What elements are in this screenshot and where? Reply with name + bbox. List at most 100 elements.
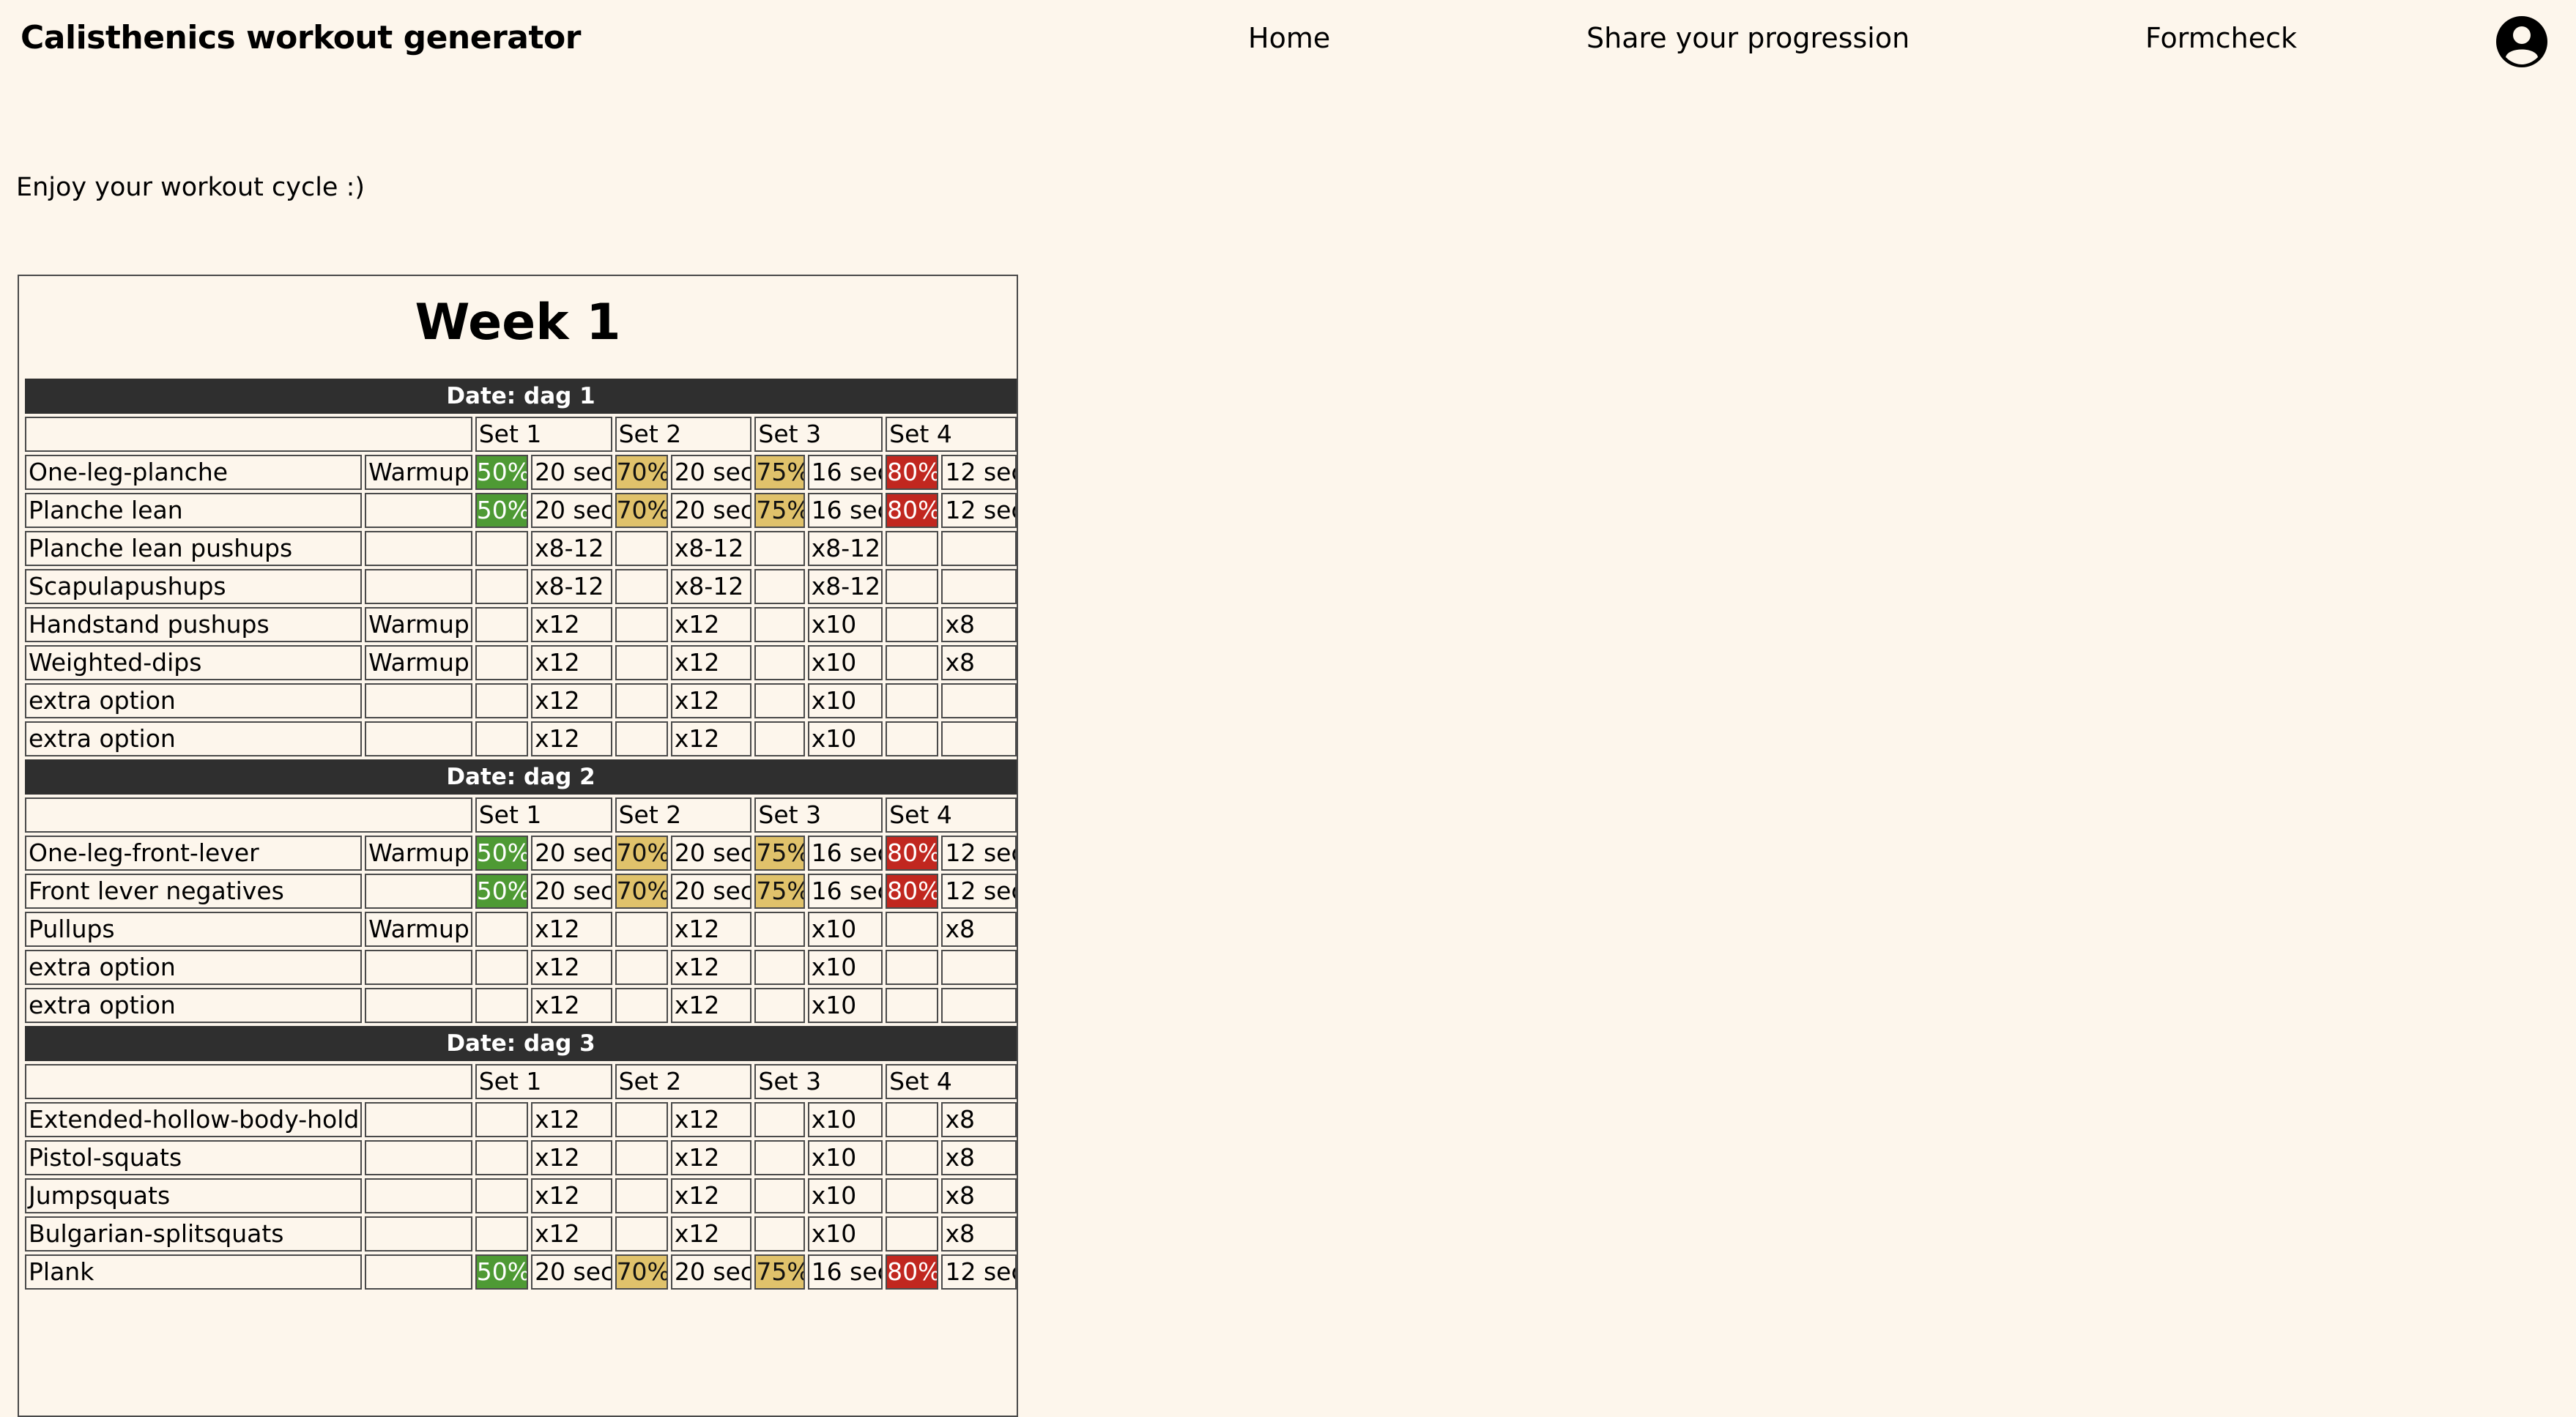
exercise-name: Planche lean pushups — [25, 531, 363, 566]
set-reps: x12 — [670, 1216, 752, 1252]
set-percentage — [615, 1216, 668, 1252]
set-reps: x8-12 — [807, 569, 883, 604]
workout-table: Date: dag 1 Set 1 Set 2 Set 3 Set 4 One-leg-p… — [22, 376, 1017, 1293]
set-percentage — [475, 950, 529, 985]
set-header: Set 3 — [754, 417, 883, 452]
exercise-row: Planche lean 50% 20 sec 70% 20 sec 75% 16 sec 8… — [25, 493, 1017, 528]
set-reps: x10 — [807, 607, 883, 642]
exercise-name: One-leg-planche — [25, 455, 363, 490]
warmup-cell — [365, 1102, 472, 1137]
set-reps: x12 — [531, 721, 612, 756]
set-header: Set 4 — [886, 797, 1017, 833]
set-percentage: 50% — [475, 836, 529, 871]
set-reps: 20 sec — [670, 1254, 752, 1290]
set-percentage — [615, 912, 668, 947]
exercise-row: Jumpsquats x12 x12 x10 x8 — [25, 1178, 1017, 1213]
set-header: Set 3 — [754, 1064, 883, 1099]
set-reps — [941, 988, 1017, 1023]
set-percentage — [886, 912, 939, 947]
set-percentage — [886, 1140, 939, 1175]
warmup-cell — [365, 531, 472, 566]
exercise-row: Extended-hollow-body-hold x12 x12 x10 x8 — [25, 1102, 1017, 1137]
exercise-row: extra option x12 x12 x10 — [25, 683, 1017, 718]
set-reps: 20 sec — [531, 493, 612, 528]
set-reps: x10 — [807, 988, 883, 1023]
exercise-row: Pistol-squats x12 x12 x10 x8 — [25, 1140, 1017, 1175]
set-reps: x12 — [670, 912, 752, 947]
set-header: Set 1 — [475, 417, 612, 452]
day-header-row: Date: dag 2 — [25, 759, 1017, 795]
exercise-name: Scapulapushups — [25, 569, 363, 604]
set-percentage — [754, 912, 805, 947]
set-reps: x12 — [670, 721, 752, 756]
set-percentage — [475, 1216, 529, 1252]
nav-link-home[interactable]: Home — [1248, 22, 1330, 54]
day-header-row: Date: dag 1 — [25, 379, 1017, 414]
set-header: Set 4 — [886, 1064, 1017, 1099]
set-header-row: Set 1 Set 2 Set 3 Set 4 — [25, 797, 1017, 833]
set-percentage: 75% — [754, 836, 805, 871]
set-percentage — [615, 569, 668, 604]
set-reps: x12 — [531, 950, 612, 985]
exercise-row: Front lever negatives 50% 20 sec 70% 20 sec 7… — [25, 874, 1017, 909]
set-percentage — [615, 721, 668, 756]
exercise-name: Jumpsquats — [25, 1178, 363, 1213]
set-reps: x12 — [531, 1102, 612, 1137]
nav-link-formcheck[interactable]: Formcheck — [2145, 22, 2297, 54]
set-reps: x8 — [941, 1140, 1017, 1175]
set-percentage — [886, 531, 939, 566]
set-reps: x12 — [531, 607, 612, 642]
set-percentage — [886, 1178, 939, 1213]
exercise-name: Planche lean — [25, 493, 363, 528]
warmup-cell — [365, 721, 472, 756]
set-reps: x12 — [670, 988, 752, 1023]
set-header-blank — [25, 417, 472, 452]
set-percentage: 70% — [615, 1254, 668, 1290]
set-percentage — [475, 721, 529, 756]
set-percentage: 80% — [886, 455, 939, 490]
exercise-name: extra option — [25, 721, 363, 756]
set-reps: x10 — [807, 912, 883, 947]
set-reps: x12 — [531, 912, 612, 947]
exercise-name: One-leg-front-lever — [25, 836, 363, 871]
set-percentage — [754, 1102, 805, 1137]
exercise-name: Extended-hollow-body-hold — [25, 1102, 363, 1137]
set-reps: 20 sec — [670, 836, 752, 871]
exercise-row: Weighted-dips Warmup x12 x12 x10 x8 — [25, 645, 1017, 680]
set-percentage: 75% — [754, 455, 805, 490]
set-reps: 20 sec — [531, 836, 612, 871]
set-reps: x10 — [807, 1140, 883, 1175]
set-reps: x12 — [531, 1140, 612, 1175]
day-header-row: Date: dag 3 — [25, 1026, 1017, 1061]
set-percentage — [615, 1178, 668, 1213]
set-percentage — [754, 531, 805, 566]
set-percentage — [886, 1216, 939, 1252]
exercise-row: Handstand pushups Warmup x12 x12 x10 x8 — [25, 607, 1017, 642]
set-percentage: 80% — [886, 493, 939, 528]
set-reps: x12 — [531, 645, 612, 680]
set-percentage — [475, 645, 529, 680]
set-percentage: 50% — [475, 493, 529, 528]
set-reps: x12 — [670, 607, 752, 642]
set-percentage — [615, 607, 668, 642]
set-reps — [941, 721, 1017, 756]
brand-title[interactable]: Calisthenics workout generator — [21, 19, 581, 56]
set-percentage: 75% — [754, 874, 805, 909]
exercise-row: Scapulapushups x8-12 x8-12 x8-12 — [25, 569, 1017, 604]
set-reps: 20 sec — [531, 1254, 612, 1290]
set-percentage: 50% — [475, 1254, 529, 1290]
set-header-row: Set 1 Set 2 Set 3 Set 4 — [25, 417, 1017, 452]
set-percentage — [475, 569, 529, 604]
exercise-row: Plank 50% 20 sec 70% 20 sec 75% 16 sec 80% 12 se… — [25, 1254, 1017, 1290]
warmup-cell: Warmup — [365, 607, 472, 642]
warmup-cell: Warmup — [365, 912, 472, 947]
set-percentage — [615, 988, 668, 1023]
nav-link-share-progression[interactable]: Share your progression — [1586, 22, 1909, 54]
warmup-cell: Warmup — [365, 836, 472, 871]
set-percentage — [475, 988, 529, 1023]
set-reps — [941, 531, 1017, 566]
set-percentage: 70% — [615, 874, 668, 909]
set-reps: 12 sec — [941, 1254, 1017, 1290]
set-reps: 16 sec — [807, 455, 883, 490]
account-icon[interactable] — [2496, 16, 2547, 67]
